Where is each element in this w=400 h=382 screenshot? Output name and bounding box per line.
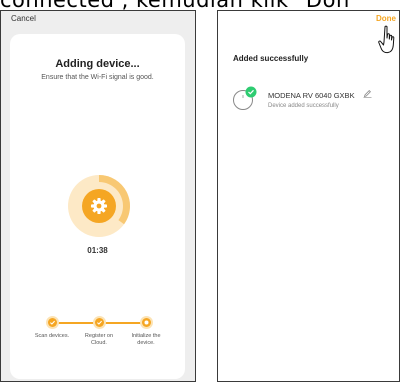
gear-icon — [91, 198, 107, 214]
wifi-hint: Ensure that the Wi-Fi signal is good. — [41, 74, 154, 81]
adding-device-card: Adding device... Ensure that the Wi-Fi s… — [10, 34, 185, 379]
step-register-done-icon — [93, 316, 106, 329]
adding-device-screen: Cancel Adding device... Ensure that the … — [0, 10, 196, 382]
step-label-initialize: Initialize the device. — [131, 333, 161, 346]
step-scan-done-icon — [46, 316, 59, 329]
device-name[interactable]: MODENA RV 6040 GXBK — [268, 91, 355, 100]
device-icon — [233, 86, 257, 110]
device-status: Device added successfully — [268, 103, 339, 109]
done-button[interactable]: Done — [376, 14, 396, 23]
step-label-register: Register on Cloud. — [84, 333, 114, 346]
check-icon — [245, 86, 257, 98]
added-successfully-screen: Done Added successfully MODENA RV 6040 G… — [217, 10, 400, 382]
cancel-button[interactable]: Cancel — [11, 14, 36, 23]
pointer-hand-icon — [378, 25, 395, 54]
caption-text: connected , kemudian klik "Don — [0, 0, 400, 10]
step-initialize-progress-icon — [140, 316, 153, 329]
countdown-timer: 01:38 — [87, 246, 108, 255]
success-title: Added successfully — [233, 54, 309, 63]
page-title: Adding device... — [55, 58, 140, 70]
step-label-scan: Scan devices. — [34, 333, 70, 339]
edit-icon[interactable] — [363, 89, 372, 98]
progress-indicator — [68, 175, 130, 237]
